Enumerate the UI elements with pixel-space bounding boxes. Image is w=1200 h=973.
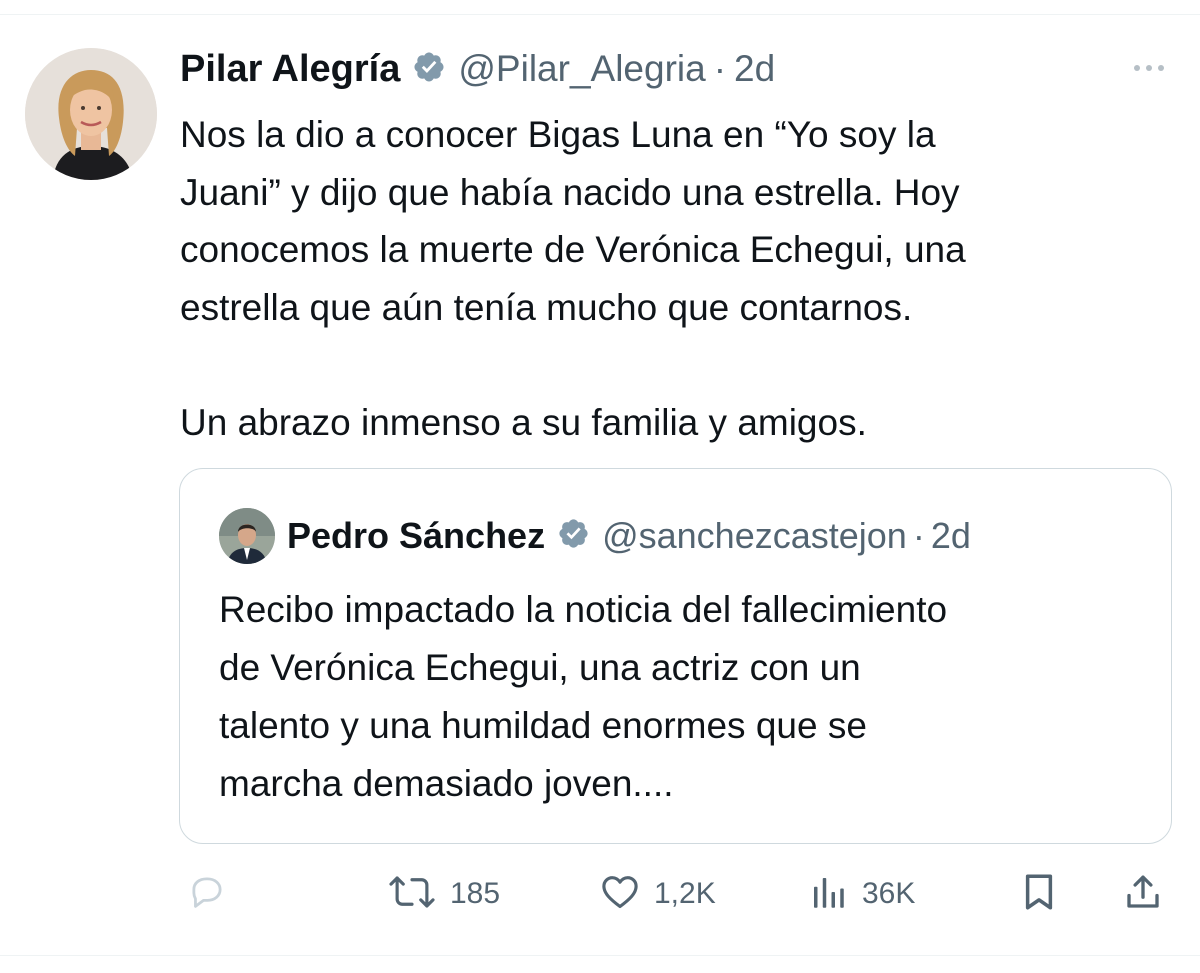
- tweet-timestamp[interactable]: 2d: [734, 48, 775, 90]
- bottom-divider: [0, 955, 1200, 956]
- views-icon: [806, 871, 850, 918]
- reply-icon: [186, 871, 228, 918]
- heart-icon: [598, 871, 642, 918]
- like-count: 1,2K: [654, 877, 716, 910]
- tweet-text: Nos la dio a conocer Bigas Luna en “Yo s…: [180, 114, 966, 443]
- top-divider: [0, 14, 1200, 15]
- quoted-tweet-header: Pedro Sánchez @sanchezcastejon · 2d: [287, 511, 971, 561]
- tweet-action-bar: 185 1,2K 36K: [0, 868, 1200, 920]
- quoted-header-separator: ·: [912, 515, 925, 556]
- share-button[interactable]: [1122, 868, 1164, 920]
- quoted-tweet-text: Recibo impactado la noticia del fallecim…: [219, 589, 948, 804]
- bookmark-icon: [1018, 871, 1060, 918]
- verified-badge-icon: [412, 50, 446, 89]
- tweet-header: Pilar Alegría @Pilar_Alegria · 2d: [180, 44, 775, 94]
- quoted-author-avatar-image: [219, 508, 275, 564]
- author-avatar-image: [25, 48, 157, 180]
- quoted-tweet-card[interactable]: Pedro Sánchez @sanchezcastejon · 2d Reci…: [179, 468, 1172, 844]
- author-name[interactable]: Pilar Alegría: [180, 48, 400, 91]
- author-handle[interactable]: @Pilar_Alegria: [458, 48, 705, 90]
- views-button[interactable]: 36K: [806, 868, 915, 920]
- like-button[interactable]: 1,2K: [598, 868, 716, 920]
- quoted-author-avatar[interactable]: [219, 508, 275, 564]
- share-icon: [1122, 871, 1164, 918]
- bookmark-button[interactable]: [1018, 868, 1060, 920]
- reply-button[interactable]: [186, 868, 228, 920]
- retweet-button[interactable]: 185: [386, 868, 500, 920]
- quoted-verified-badge-icon: [557, 517, 590, 555]
- views-count: 36K: [862, 877, 916, 910]
- retweet-icon: [386, 871, 438, 918]
- retweet-count: 185: [450, 877, 501, 910]
- header-separator: ·: [713, 48, 727, 89]
- quoted-author-handle[interactable]: @sanchezcastejon: [602, 515, 907, 557]
- quoted-tweet-timestamp[interactable]: 2d: [931, 515, 971, 557]
- quoted-author-name[interactable]: Pedro Sánchez: [287, 515, 545, 557]
- more-options-icon[interactable]: [1126, 56, 1172, 80]
- author-avatar[interactable]: [25, 48, 157, 180]
